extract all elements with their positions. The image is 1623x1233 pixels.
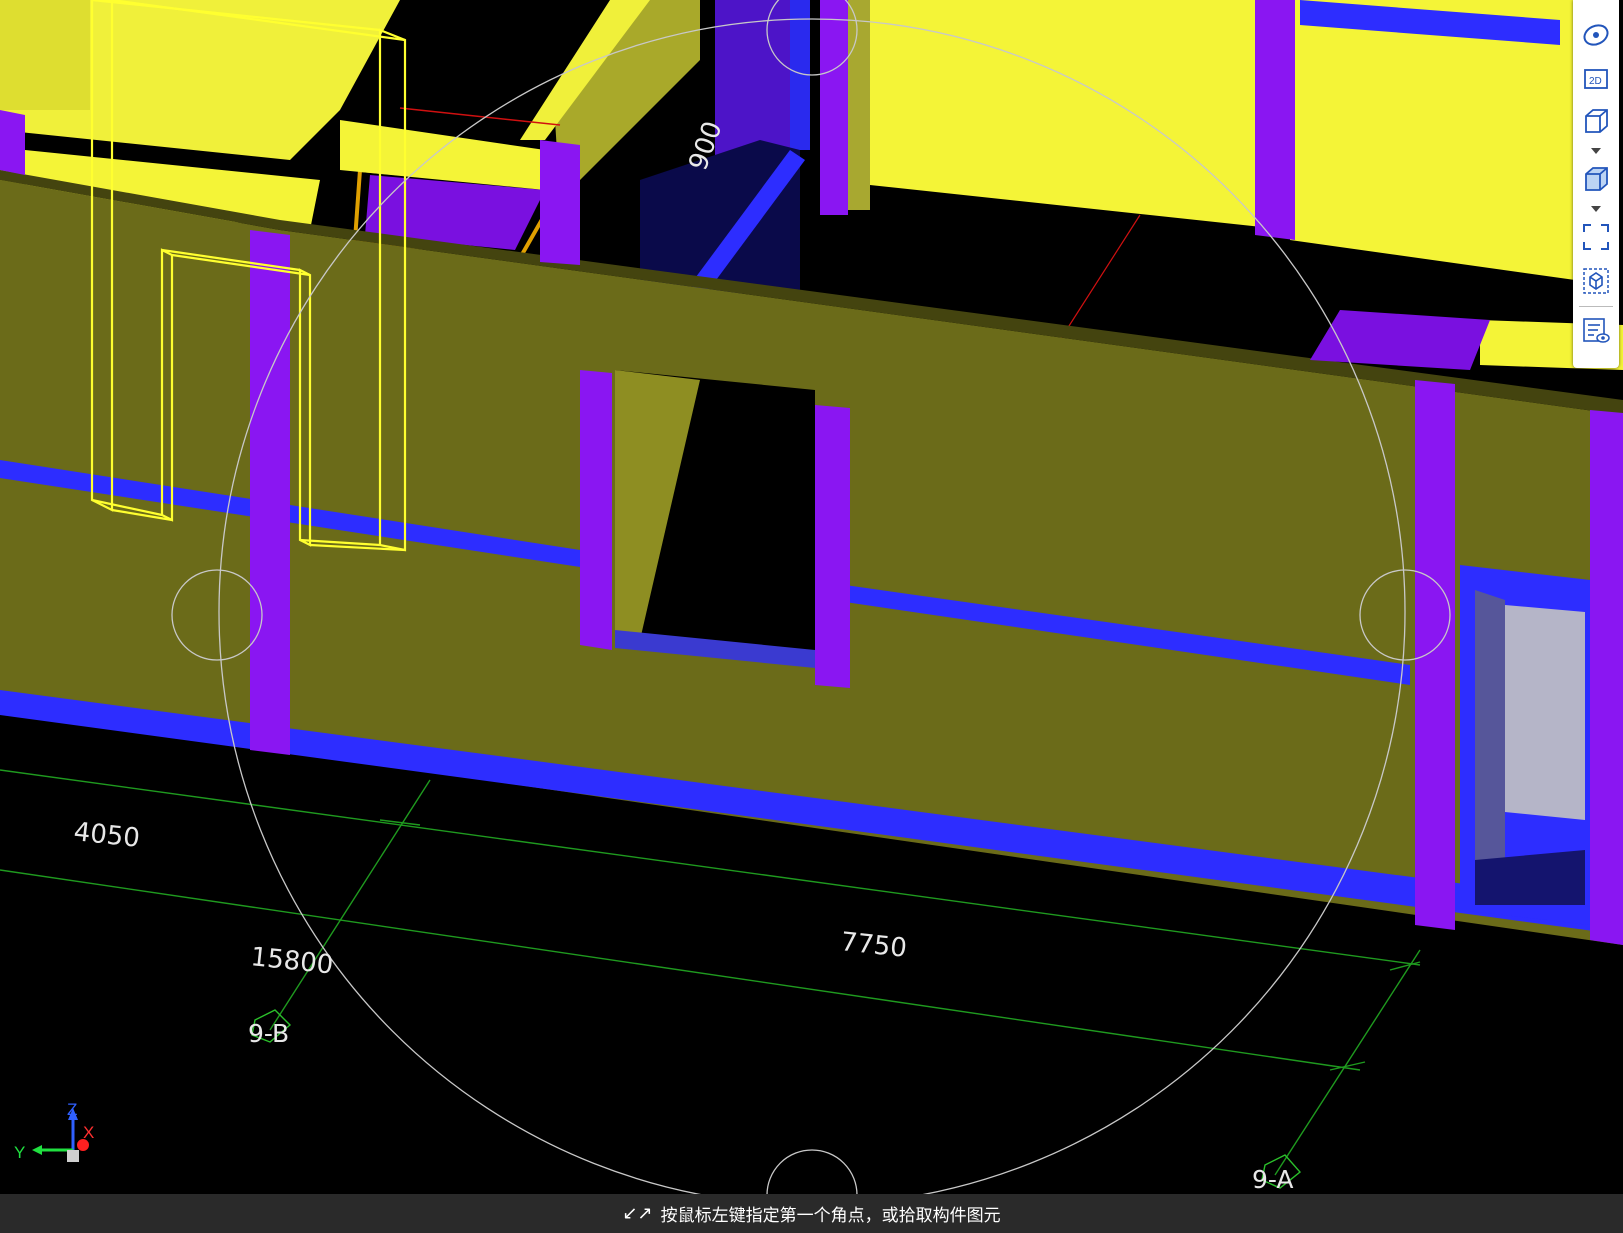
cube-solid-icon — [1585, 167, 1608, 191]
column-left — [250, 230, 290, 755]
column-top-center-face — [820, 0, 848, 215]
column-cap-right — [1310, 310, 1490, 370]
command-prompt-text: 按鼠标左键指定第一个角点，或拾取构件图元 — [660, 1206, 1001, 1226]
slab-top-left-upper — [0, 0, 90, 110]
view-3d-solid-dropdown[interactable] — [1591, 206, 1601, 212]
column-window-right — [815, 405, 850, 688]
section-box-button[interactable] — [1579, 264, 1613, 298]
axis-label-x: X — [83, 1123, 94, 1142]
section-box-icon — [1583, 268, 1609, 294]
collapse-arrows-icon: ↙↗ — [622, 1203, 653, 1224]
view-2d-icon: 2D — [1584, 69, 1608, 89]
view-toolbar: 2D — [1573, 0, 1619, 368]
room-right-inner — [1505, 605, 1585, 820]
cube-outline-icon — [1585, 109, 1608, 133]
orbit-button[interactable] — [1579, 18, 1613, 52]
axis-label-y: Y — [14, 1143, 25, 1162]
view-3d-wire-dropdown[interactable] — [1591, 148, 1601, 154]
command-prompt-bar: ↙↗ 按鼠标左键指定第一个角点，或拾取构件图元 — [0, 1194, 1623, 1233]
view-3d-wire-button[interactable] — [1579, 104, 1613, 138]
column-top-upper — [1255, 0, 1295, 240]
column-right — [1415, 380, 1455, 930]
grid-tag-9b: 9-B — [248, 1019, 289, 1048]
3d-viewport[interactable]: 900 4050 15800 7750 9-B 9-A Z X Y — [0, 0, 1623, 1233]
room-right-left — [1475, 590, 1505, 870]
column-tc — [540, 140, 580, 265]
display-settings-button[interactable] — [1579, 314, 1613, 348]
fit-view-button[interactable] — [1579, 220, 1613, 254]
display-settings-icon — [1583, 318, 1610, 343]
axis-label-z: Z — [67, 1100, 77, 1119]
column-top-left — [0, 110, 25, 175]
grid-tag-9a: 9-A — [1252, 1165, 1293, 1194]
orbit-icon — [1583, 24, 1609, 46]
fit-view-icon — [1583, 224, 1609, 250]
toolbar-separator — [1579, 306, 1613, 307]
view-2d-button[interactable]: 2D — [1579, 62, 1613, 96]
svg-text:2D: 2D — [1589, 76, 1602, 87]
column-far-right — [1590, 410, 1623, 945]
view-3d-solid-button[interactable] — [1579, 162, 1613, 196]
column-window-left — [580, 370, 612, 650]
